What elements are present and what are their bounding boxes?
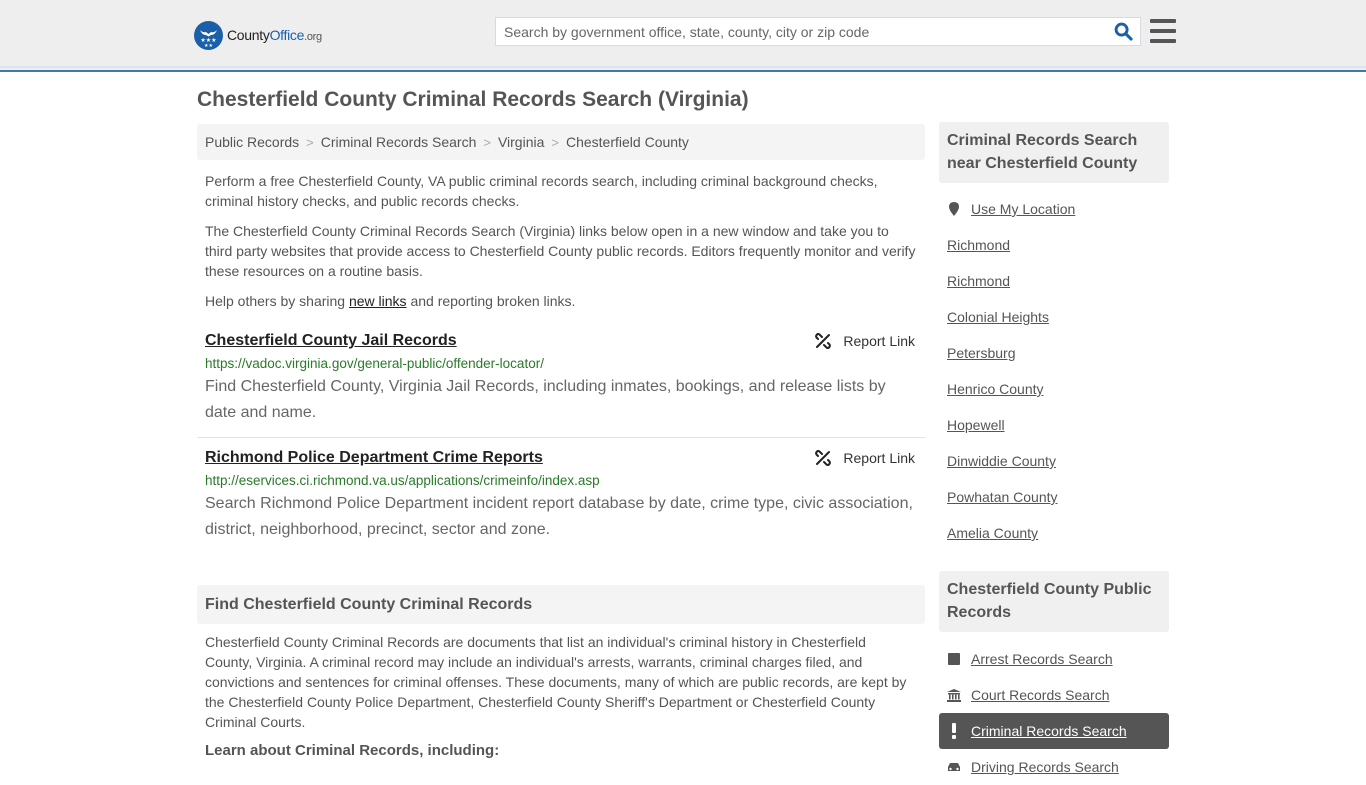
criminal-records-link[interactable]: Criminal Records Search <box>971 723 1127 739</box>
public-records-item: Court Records Search <box>939 677 1169 713</box>
nearby-link-colonial-heights[interactable]: Colonial Heights <box>947 309 1049 325</box>
breadcrumb: Public Records > Criminal Records Search… <box>197 124 925 160</box>
nearby-item: Hopewell <box>939 407 1169 443</box>
result-url: https://vadoc.virginia.gov/general-publi… <box>205 356 544 371</box>
court-records-link[interactable]: Court Records Search <box>971 687 1110 703</box>
breadcrumb-public-records[interactable]: Public Records <box>205 134 299 150</box>
find-records-body: Chesterfield County Criminal Records are… <box>205 634 907 730</box>
nearby-item: Petersburg <box>939 335 1169 371</box>
courthouse-icon <box>947 688 961 702</box>
nearby-item: Richmond <box>939 227 1169 263</box>
report-link-button[interactable]: Report Link <box>815 450 915 466</box>
intro-paragraph: Perform a free Chesterfield County, VA p… <box>205 173 878 209</box>
result-url: http://eservices.ci.richmond.va.us/appli… <box>205 473 600 488</box>
eagle-logo-icon: ★★★ ★★ <box>194 20 223 50</box>
use-location-item: Use My Location <box>939 191 1169 227</box>
nearby-item: Powhatan County <box>939 479 1169 515</box>
result-description: Find Chesterfield County, Virginia Jail … <box>205 378 886 421</box>
nearby-item: Henrico County <box>939 371 1169 407</box>
result-description: Search Richmond Police Department incide… <box>205 495 913 538</box>
share-links-paragraph: Help others by sharing new links and rep… <box>205 293 576 309</box>
logo-wordmark: CountyOffice.org <box>227 27 322 43</box>
report-link-label: Report Link <box>843 450 915 466</box>
public-records-item: Arrest Records Search <box>939 641 1169 677</box>
site-logo[interactable]: ★★★ ★★ CountyOffice.org <box>194 20 322 50</box>
search-icon <box>1114 22 1133 41</box>
find-records-heading: Find Chesterfield County Criminal Record… <box>197 585 925 624</box>
arrest-records-link[interactable]: Arrest Records Search <box>971 651 1113 667</box>
search-bar <box>495 17 1141 46</box>
search-input[interactable] <box>496 18 1106 45</box>
breadcrumb-criminal-records-search[interactable]: Criminal Records Search <box>321 134 477 150</box>
result-item: Chesterfield County Jail Records Report … <box>197 330 925 438</box>
result-title-link[interactable]: Chesterfield County Jail Records <box>205 330 457 352</box>
site-header: ★★★ ★★ CountyOffice.org <box>0 0 1366 72</box>
report-link-label: Report Link <box>843 333 915 349</box>
nearby-link-dinwiddie-county[interactable]: Dinwiddie County <box>947 453 1056 469</box>
sidebar: Criminal Records Search near Chesterfiel… <box>939 122 1169 785</box>
nearby-link-richmond[interactable]: Richmond <box>947 273 1010 289</box>
breadcrumb-separator: > <box>483 134 491 150</box>
nearby-item: Colonial Heights <box>939 299 1169 335</box>
intro-text: Perform a free Chesterfield County, VA p… <box>197 171 925 311</box>
nearby-item: Amelia County <box>939 515 1169 551</box>
map-pin-icon <box>949 202 959 216</box>
page-title: Chesterfield County Criminal Records Sea… <box>197 88 749 111</box>
use-my-location-link[interactable]: Use My Location <box>971 201 1075 217</box>
new-links-link[interactable]: new links <box>349 293 407 309</box>
main-content: Public Records > Criminal Records Search… <box>197 124 925 759</box>
result-item: Richmond Police Department Crime Reports… <box>197 447 925 543</box>
report-link-button[interactable]: Report Link <box>815 333 915 349</box>
svg-text:★★: ★★ <box>204 43 213 49</box>
search-button[interactable] <box>1106 18 1140 45</box>
broken-link-icon <box>815 450 832 466</box>
nearby-item: Richmond <box>939 263 1169 299</box>
result-title-link[interactable]: Richmond Police Department Crime Reports <box>205 447 543 469</box>
public-records-item: Driving Records Search <box>939 749 1169 785</box>
breadcrumb-separator: > <box>551 134 559 150</box>
driving-records-link[interactable]: Driving Records Search <box>971 759 1119 775</box>
nearby-list: Use My Location Richmond Richmond Coloni… <box>939 191 1169 551</box>
public-records-list: Arrest Records Search Court Records Sear… <box>939 641 1169 785</box>
breadcrumb-separator: > <box>306 134 314 150</box>
nearby-heading: Criminal Records Search near Chesterfiel… <box>939 122 1169 183</box>
nearby-link-hopewell[interactable]: Hopewell <box>947 417 1005 433</box>
broken-link-icon <box>815 333 832 349</box>
learn-heading: Learn about Criminal Records, including: <box>205 742 500 759</box>
intro-paragraph: The Chesterfield County Criminal Records… <box>205 223 916 279</box>
breadcrumb-virginia[interactable]: Virginia <box>498 134 544 150</box>
exclamation-icon <box>947 723 961 739</box>
car-icon <box>947 761 961 773</box>
breadcrumb-chesterfield-county[interactable]: Chesterfield County <box>566 134 689 150</box>
hamburger-menu-icon[interactable] <box>1150 19 1176 43</box>
nearby-link-petersburg[interactable]: Petersburg <box>947 345 1015 361</box>
nearby-link-richmond[interactable]: Richmond <box>947 237 1010 253</box>
nearby-link-powhatan-county[interactable]: Powhatan County <box>947 489 1058 505</box>
nearby-item: Dinwiddie County <box>939 443 1169 479</box>
public-records-item-active: Criminal Records Search <box>939 713 1169 749</box>
square-icon <box>947 653 961 665</box>
nearby-link-henrico-county[interactable]: Henrico County <box>947 381 1044 397</box>
nearby-link-amelia-county[interactable]: Amelia County <box>947 525 1038 541</box>
public-records-heading: Chesterfield County Public Records <box>939 571 1169 632</box>
